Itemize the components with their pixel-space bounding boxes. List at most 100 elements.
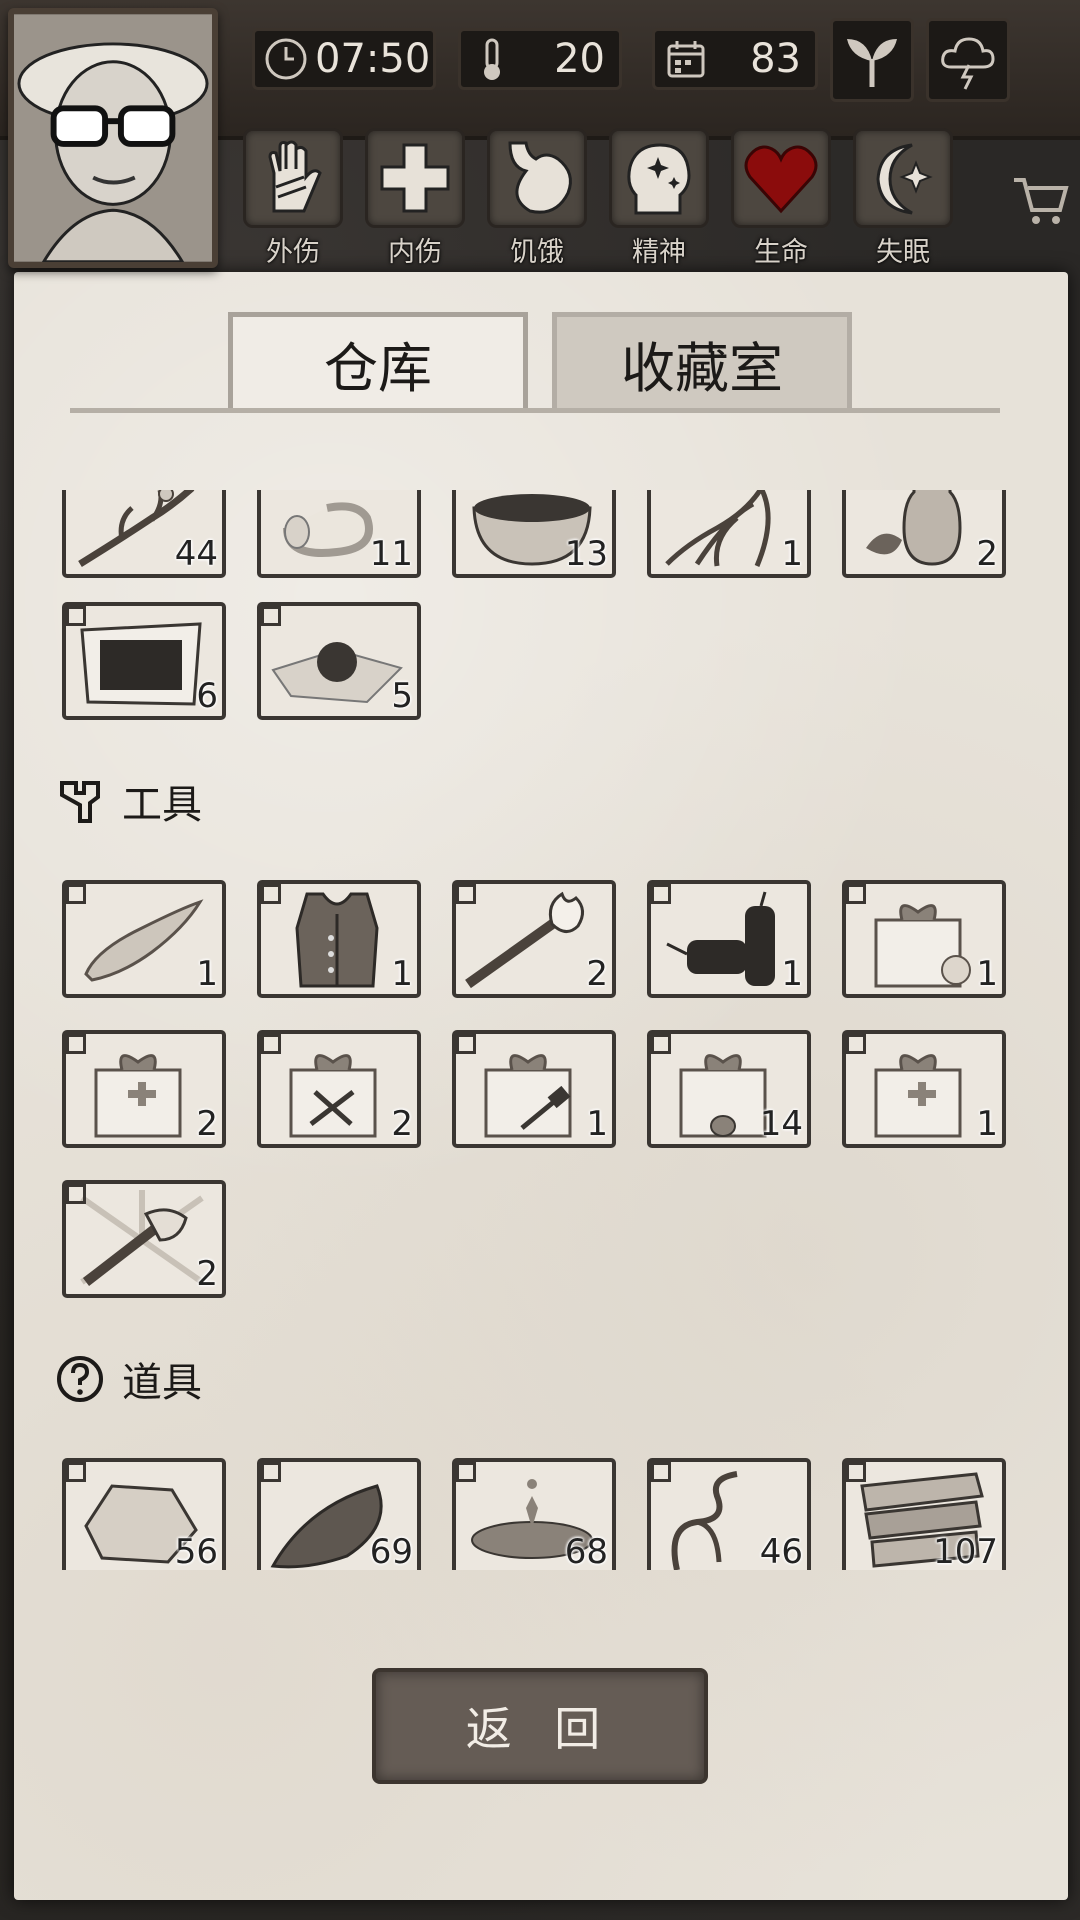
item-slot-stone[interactable]: 56 — [62, 1458, 226, 1570]
item-slot-vest[interactable]: 1 — [257, 880, 421, 998]
item-slot-water[interactable]: 68 — [452, 1458, 616, 1570]
section-title: 道具 — [122, 1360, 202, 1406]
status-bar: 外伤 内伤 饥饿 精神 生命 失眠 — [240, 128, 960, 268]
player-avatar[interactable] — [8, 8, 218, 268]
medical-gift-box-icon — [874, 1054, 962, 1138]
item-slot-cloth-patch[interactable]: 6 — [62, 602, 226, 720]
item-count: 107 — [933, 1532, 998, 1570]
item-slot-hammer-gift-box[interactable]: 1 — [452, 1030, 616, 1148]
shopping-cart-icon[interactable] — [1010, 170, 1070, 230]
item-slot-roots[interactable]: 1 — [647, 490, 811, 578]
thunderstorm-icon — [941, 37, 995, 90]
tab-warehouse[interactable]: 仓库 — [228, 312, 528, 410]
section-tools: 工具 — [54, 772, 202, 830]
medical-gift-box-icon — [94, 1054, 182, 1138]
hammer-gift-box-icon — [484, 1054, 572, 1138]
item-slot-stone-blade[interactable]: 1 — [62, 880, 226, 998]
item-count: 1 — [196, 954, 218, 994]
torch-icon — [465, 891, 584, 989]
item-slot-torch[interactable]: 2 — [452, 880, 616, 998]
food-gift-box-icon — [874, 904, 971, 988]
farming-button[interactable] — [830, 18, 914, 102]
item-count: 1 — [781, 534, 803, 574]
item-slot-wood-gift-box[interactable]: 14 — [647, 1030, 811, 1148]
item-slot-vine[interactable]: 46 — [647, 1458, 811, 1570]
item-count: 69 — [369, 1532, 413, 1570]
hand-icon — [268, 140, 322, 213]
item-slot-bowl[interactable]: 13 — [452, 490, 616, 578]
heart-icon — [744, 145, 818, 214]
tab-collection[interactable]: 收藏室 — [552, 312, 852, 410]
status-label: 外伤 — [266, 237, 320, 268]
section-title: 工具 — [122, 782, 202, 828]
survivor-portrait-icon — [14, 14, 212, 262]
item-count: 2 — [196, 1104, 218, 1144]
status-label: 精神 — [632, 237, 686, 268]
item-count: 13 — [564, 534, 608, 574]
calendar-icon — [667, 41, 705, 78]
item-count: 5 — [391, 676, 413, 716]
section-props: 道具 — [54, 1350, 202, 1408]
item-slot-pill[interactable]: 5 — [257, 602, 421, 720]
item-count: 44 — [174, 534, 218, 574]
item-slot-medical-gift-box-2[interactable]: 1 — [842, 1030, 1006, 1148]
day-value: 83 — [750, 36, 801, 82]
head-sparkle-icon — [627, 143, 691, 215]
question-circle-icon — [57, 1356, 103, 1402]
back-button[interactable]: 返 回 — [372, 1668, 708, 1784]
item-slot-food-gift-box[interactable]: 1 — [842, 880, 1006, 998]
day-counter: 83 — [652, 28, 818, 90]
stone-axe-icon — [80, 1190, 204, 1286]
clock-icon — [265, 38, 307, 80]
item-count: 1 — [976, 954, 998, 994]
item-slot-medical-gift-box[interactable]: 2 — [62, 1030, 226, 1148]
item-slot-firecrackers[interactable]: 1 — [647, 880, 811, 998]
time-display: 07:50 — [252, 28, 436, 90]
status-spirit[interactable]: 精神 — [606, 128, 712, 269]
item-slot-scroll[interactable]: 11 — [257, 490, 421, 578]
temperature-display: 20 — [458, 28, 622, 90]
item-count: 1 — [391, 954, 413, 994]
item-count: 2 — [586, 954, 608, 994]
item-slot-planks[interactable]: 107 — [842, 1458, 1006, 1570]
inventory-scroll-area[interactable]: 44 11 13 1 2 6 5 工具 1 1 2 1 1 2 2 1 14 1… — [40, 490, 1040, 1570]
sprout-icon — [847, 39, 897, 87]
time-value: 07:50 — [315, 36, 431, 82]
item-slot-branch[interactable]: 44 — [62, 490, 226, 578]
item-count: 6 — [196, 676, 218, 716]
status-hunger[interactable]: 饥饿 — [484, 128, 590, 269]
item-count: 56 — [174, 1532, 218, 1570]
item-count: 2 — [976, 534, 998, 574]
item-count: 68 — [564, 1532, 608, 1570]
status-label: 饥饿 — [510, 237, 564, 268]
item-count: 1 — [976, 1104, 998, 1144]
tab-divider — [70, 408, 1000, 413]
status-insomnia[interactable]: 失眠 — [850, 128, 956, 269]
thermometer-icon — [484, 38, 500, 80]
cloth-patch-icon — [80, 622, 202, 706]
item-slot-leaf[interactable]: 69 — [257, 1458, 421, 1570]
wrench-icon — [60, 781, 100, 823]
stone-blade-icon — [84, 899, 204, 982]
weather-button[interactable] — [926, 18, 1010, 102]
herb-jar-icon — [866, 490, 962, 566]
cross-icon — [380, 143, 450, 213]
tool-gift-box-icon — [289, 1054, 377, 1138]
stomach-icon — [508, 141, 572, 214]
item-slot-stone-axe[interactable]: 2 — [62, 1180, 226, 1298]
moon-star-icon — [876, 143, 933, 215]
status-internal-injury[interactable]: 内伤 — [362, 128, 468, 269]
vest-icon — [295, 892, 379, 988]
item-count: 1 — [586, 1104, 608, 1144]
item-slot-herb-jar[interactable]: 2 — [842, 490, 1006, 578]
status-health[interactable]: 生命 — [728, 128, 834, 269]
pill-icon — [271, 642, 403, 704]
item-count: 2 — [196, 1254, 218, 1294]
item-count: 46 — [759, 1532, 803, 1570]
firecrackers-icon — [666, 891, 775, 986]
roots-icon — [665, 490, 771, 567]
status-external-injury[interactable]: 外伤 — [240, 128, 346, 269]
temperature-value: 20 — [554, 36, 605, 82]
status-label: 生命 — [754, 237, 808, 268]
item-slot-tool-gift-box[interactable]: 2 — [257, 1030, 421, 1148]
